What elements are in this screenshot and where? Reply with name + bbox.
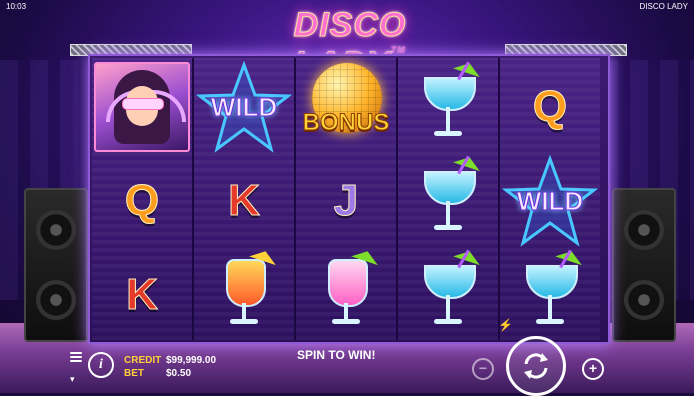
- spin-button[interactable]: [506, 336, 566, 396]
- symbol-j: J: [333, 176, 359, 226]
- reel-symbol-wild: WILD: [500, 154, 600, 248]
- reel-3: BONUS J: [296, 58, 398, 340]
- reel-symbol-blue-cocktail: [500, 246, 600, 342]
- spin-arrows-icon: [524, 353, 548, 379]
- speaker-woofer: [36, 210, 76, 250]
- speaker-woofer: [36, 280, 76, 320]
- blue-cocktail-icon: [418, 246, 483, 335]
- blue-cocktail-icon: [418, 58, 483, 147]
- status-game-name: DISCO LADY: [639, 2, 688, 11]
- game-logo: DISCO LADYTM: [240, 6, 460, 84]
- pink-cocktail-icon: [316, 246, 381, 335]
- disco-lady-portrait-icon: [94, 62, 190, 152]
- reel-symbol-blue-cocktail: [398, 152, 498, 248]
- reel-symbol-orange-cocktail: [194, 246, 294, 342]
- wild-label: WILD: [210, 91, 278, 122]
- symbol-k: K: [228, 176, 261, 226]
- reel-symbol-k: K: [194, 154, 294, 248]
- speaker-woofer: [624, 280, 664, 320]
- reel-symbol-blue-cocktail: [398, 246, 498, 342]
- credit-label: CREDIT: [124, 355, 162, 366]
- turbo-lightning-icon[interactable]: ⚡: [498, 318, 513, 332]
- reel-symbol-wild: WILD: [194, 60, 294, 154]
- reel-symbol-q: Q: [92, 154, 192, 248]
- wild-label: WILD: [516, 185, 584, 216]
- reel-symbol-bonus: BONUS: [296, 60, 396, 154]
- reel-1: Q K: [92, 58, 194, 340]
- blue-cocktail-icon: [520, 246, 585, 335]
- wild-star-icon: WILD: [500, 155, 600, 247]
- reel-symbol-blue-cocktail: [398, 58, 498, 154]
- speaker-left: [24, 188, 88, 342]
- bet-label: BET: [124, 368, 144, 379]
- speaker-right: [612, 188, 676, 342]
- blue-cocktail-icon: [418, 152, 483, 241]
- reel-area[interactable]: Q K WILD K BONUS J Q WILD: [88, 54, 610, 344]
- reel-symbol-j: J: [296, 154, 396, 248]
- decrease-bet-button[interactable]: −: [472, 358, 494, 380]
- symbol-k: K: [126, 270, 159, 320]
- bet-value: $0.50: [166, 368, 192, 379]
- bonus-label: BONUS: [302, 109, 390, 137]
- increase-bet-button[interactable]: +: [582, 358, 604, 380]
- credit-value: $99,999.00: [166, 355, 217, 366]
- disco-ball-icon: BONUS: [298, 61, 394, 153]
- speaker-sound-icon[interactable]: ▾: [70, 374, 75, 385]
- reel-symbol-pink-cocktail: [296, 246, 396, 342]
- reel-4: [398, 58, 500, 340]
- wild-star-icon: WILD: [194, 61, 294, 153]
- orange-cocktail-icon: [214, 246, 279, 335]
- spin-message: SPIN TO WIN!: [297, 348, 376, 362]
- reel-symbol-q: Q: [500, 60, 600, 154]
- reel-symbol-k: K: [92, 248, 192, 342]
- reel-5: Q WILD: [500, 58, 600, 340]
- reel-2: WILD K: [194, 58, 296, 340]
- reel-symbol-portrait: [92, 60, 192, 154]
- status-time: 10:03: [6, 2, 27, 11]
- menu-icon[interactable]: [70, 352, 82, 362]
- info-button[interactable]: i: [88, 352, 114, 378]
- speaker-woofer: [624, 210, 664, 250]
- symbol-q: Q: [532, 82, 568, 132]
- symbol-q: Q: [124, 176, 160, 226]
